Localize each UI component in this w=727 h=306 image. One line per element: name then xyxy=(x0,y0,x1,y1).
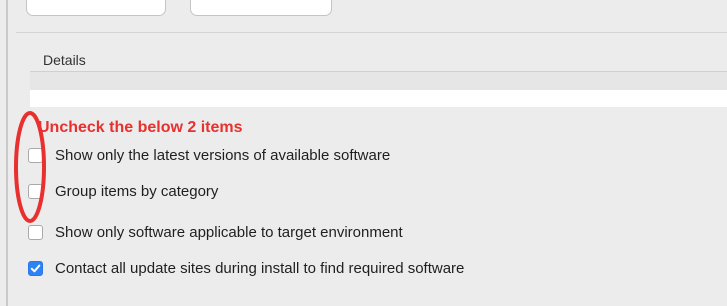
window-edge-divider xyxy=(6,0,8,306)
annotation-text: Uncheck the below 2 items xyxy=(38,119,243,136)
option-label: Contact all update sites during install … xyxy=(55,259,465,277)
checkbox-show-applicable-only[interactable] xyxy=(28,224,43,240)
checkbox-contact-update-sites[interactable] xyxy=(28,260,43,276)
top-button-left[interactable] xyxy=(26,0,166,16)
option-label: Group items by category xyxy=(55,182,219,200)
install-options-panel: Details Uncheck the below 2 items Show o… xyxy=(0,0,727,306)
option-show-latest-versions[interactable]: Show only the latest versions of availab… xyxy=(28,145,390,165)
details-text-area[interactable] xyxy=(30,71,727,107)
option-contact-update-sites[interactable]: Contact all update sites during install … xyxy=(28,258,464,278)
details-text-area-shade xyxy=(30,72,727,90)
top-button-right[interactable] xyxy=(190,0,332,16)
option-show-applicable-only[interactable]: Show only software applicable to target … xyxy=(28,222,403,242)
option-label: Show only the latest versions of availab… xyxy=(55,146,391,164)
details-label: Details xyxy=(43,52,86,68)
checkbox-group-by-category[interactable] xyxy=(28,183,43,199)
checkmark-icon xyxy=(30,264,41,272)
section-divider xyxy=(16,32,727,33)
checkbox-show-latest-versions[interactable] xyxy=(28,147,43,163)
option-group-by-category[interactable]: Group items by category xyxy=(28,181,218,201)
option-label: Show only software applicable to target … xyxy=(55,223,403,241)
